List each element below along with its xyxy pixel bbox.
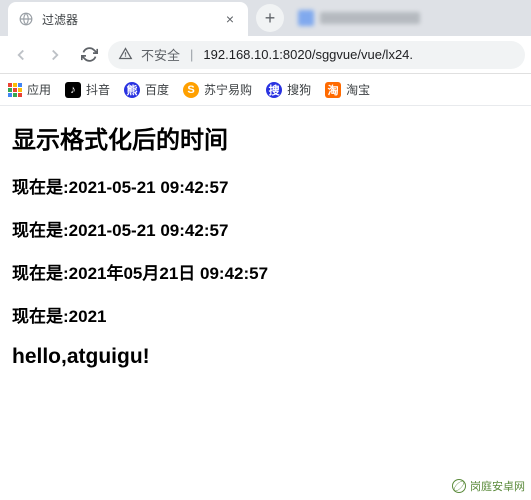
forward-button[interactable] <box>40 40 70 70</box>
address-bar[interactable]: 不安全 | 192.168.10.1:8020/sggvue/vue/lx24. <box>108 41 525 69</box>
baidu-icon: 熊 <box>124 82 140 98</box>
watermark-icon <box>452 479 466 493</box>
time-line-4: 现在是:2021 <box>12 302 519 327</box>
bookmark-label: 搜狗 <box>287 81 311 98</box>
taobao-icon: 淘 <box>325 82 341 98</box>
time-line-1: 现在是:2021-05-21 09:42:57 <box>12 173 519 198</box>
bookmark-sougou[interactable]: 搜 搜狗 <box>266 81 311 98</box>
bookmark-label: 淘宝 <box>346 81 370 98</box>
toolbar: 不安全 | 192.168.10.1:8020/sggvue/vue/lx24. <box>0 36 531 74</box>
warning-icon <box>118 46 133 64</box>
bookmark-label: 苏宁易购 <box>204 81 252 98</box>
page-title: 显示格式化后的时间 <box>12 120 519 155</box>
watermark: 岗庭安卓网 <box>452 478 525 494</box>
divider: | <box>190 47 193 62</box>
footer-text: hello,atguigu! <box>12 345 519 369</box>
tab-title: 过滤器 <box>42 11 214 28</box>
bookmark-douyin[interactable]: ♪ 抖音 <box>65 81 110 98</box>
suning-icon: S <box>183 82 199 98</box>
security-label: 不安全 <box>141 45 180 64</box>
url-text: 192.168.10.1:8020/sggvue/vue/lx24. <box>203 47 413 62</box>
globe-icon <box>18 11 34 27</box>
active-tab[interactable]: 过滤器 × <box>8 2 248 36</box>
bookmark-bar: 应用 ♪ 抖音 熊 百度 S 苏宁易购 搜 搜狗 淘 淘宝 <box>0 74 531 106</box>
tab-bar: 过滤器 × + <box>0 0 531 36</box>
sougou-icon: 搜 <box>266 82 282 98</box>
bookmark-label: 抖音 <box>86 81 110 98</box>
bookmark-baidu[interactable]: 熊 百度 <box>124 81 169 98</box>
page-content: 显示格式化后的时间 现在是:2021-05-21 09:42:57 现在是:20… <box>0 106 531 500</box>
time-line-3: 现在是:2021年05月21日 09:42:57 <box>12 259 519 284</box>
background-tab[interactable] <box>298 10 420 26</box>
watermark-text: 岗庭安卓网 <box>470 478 525 494</box>
bookmark-suning[interactable]: S 苏宁易购 <box>183 81 252 98</box>
back-button[interactable] <box>6 40 36 70</box>
new-tab-button[interactable]: + <box>256 4 284 32</box>
close-icon[interactable]: × <box>222 11 238 27</box>
douyin-icon: ♪ <box>65 82 81 98</box>
bookmark-apps[interactable]: 应用 <box>8 81 51 98</box>
apps-icon <box>8 83 22 97</box>
reload-button[interactable] <box>74 40 104 70</box>
time-line-2: 现在是:2021-05-21 09:42:57 <box>12 216 519 241</box>
bookmark-taobao[interactable]: 淘 淘宝 <box>325 81 370 98</box>
bookmark-label: 百度 <box>145 81 169 98</box>
bookmark-label: 应用 <box>27 81 51 98</box>
